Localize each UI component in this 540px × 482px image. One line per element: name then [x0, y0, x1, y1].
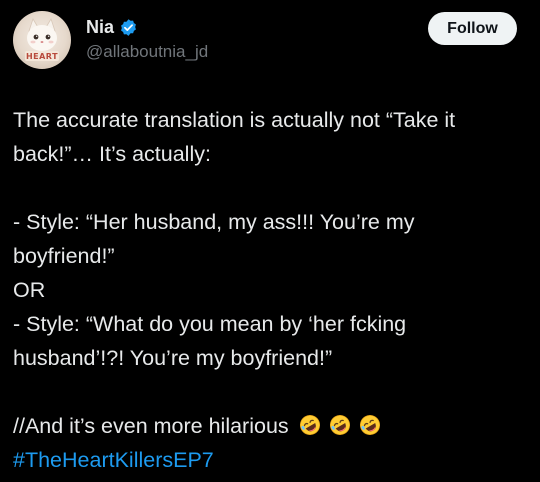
post-line: back!”… It’s actually: [13, 142, 211, 166]
avatar-logo-text: HEART [25, 52, 59, 61]
rolling-on-floor-laughing-icon [359, 415, 380, 435]
post-line: //And it’s even more hilarious [13, 414, 289, 438]
display-name[interactable]: Nia [86, 15, 114, 39]
post-line: The accurate translation is actually not… [13, 108, 456, 132]
avatar[interactable]: HEART [13, 11, 71, 69]
post-line: OR [13, 278, 46, 302]
rolling-on-floor-laughing-icon [329, 415, 350, 435]
hashtag-link[interactable]: #TheHeartKillersEP7 [13, 443, 528, 477]
post-line-with-emoji: //And it’s even more hilarious [13, 409, 528, 443]
post-line-blank [13, 375, 528, 409]
post-line: husband’!?! You’re my boyfriend!” [13, 346, 333, 370]
emoji-group [299, 414, 389, 436]
post-line: boyfriend!” [13, 244, 115, 268]
follow-button[interactable]: Follow [428, 12, 517, 45]
post-line-blank [13, 171, 528, 205]
post-line: - Style: “Her husband, my ass!!! You’re … [13, 210, 415, 234]
author-handle[interactable]: @allaboutnia_jd [86, 40, 208, 64]
verified-badge-icon [119, 18, 138, 37]
post-line: - Style: “What do you mean by ‘her fckin… [13, 312, 407, 336]
author-name-row: Nia [86, 15, 138, 39]
post-text: The accurate translation is actually not… [13, 103, 528, 477]
rolling-on-floor-laughing-icon [299, 415, 320, 435]
tweet-card: HEART Nia @allaboutnia_jd Follow The acc… [0, 0, 540, 482]
